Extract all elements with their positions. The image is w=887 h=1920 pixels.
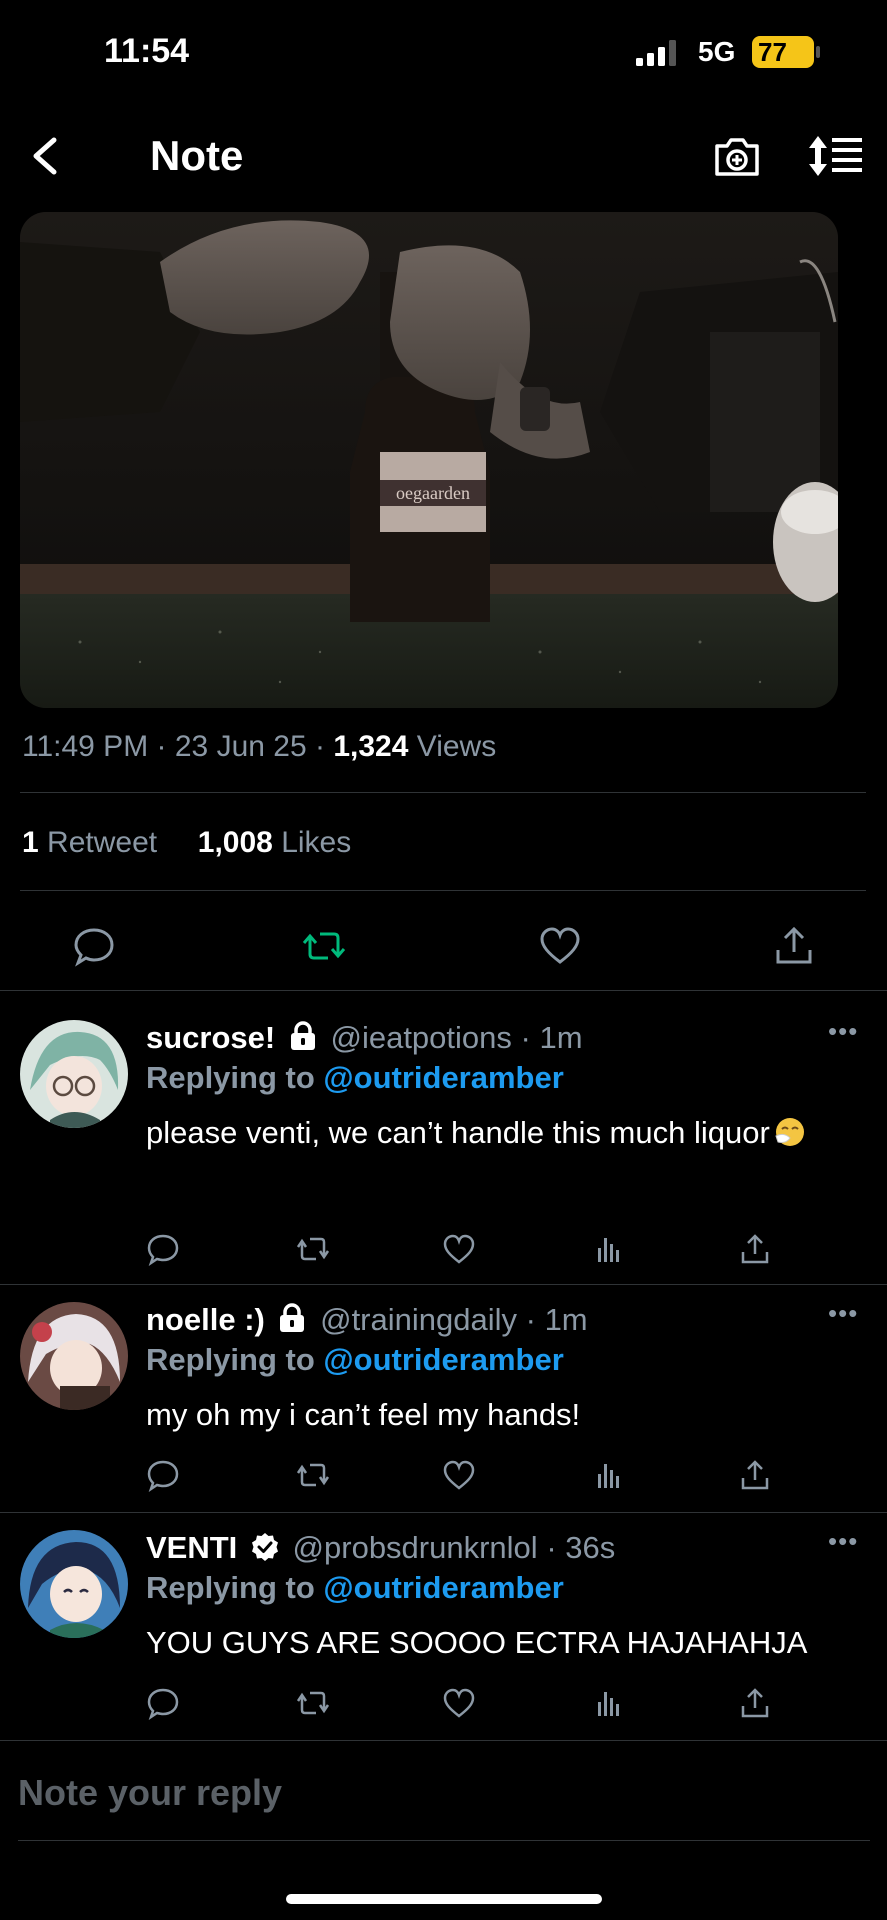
reply-header: noelle :) @trainingdaily · 1m: [146, 1302, 588, 1337]
more-options-icon[interactable]: •••: [828, 1016, 858, 1047]
divider: [0, 990, 887, 991]
retweet-icon[interactable]: [296, 1232, 330, 1266]
handle: @probsdrunkrnlol: [292, 1530, 538, 1565]
reply-icon[interactable]: [146, 1232, 180, 1266]
battery-tip: [816, 46, 820, 58]
reply-time: 1m: [544, 1302, 588, 1337]
status-time: 11:54: [104, 32, 190, 70]
display-name[interactable]: noelle :): [146, 1302, 265, 1337]
sort-list-icon[interactable]: [808, 134, 864, 178]
views-label: Views: [416, 730, 497, 763]
reply-icon[interactable]: [72, 924, 116, 968]
reply-text: YOU GUYS ARE SOOOO ECTRA HAJAHAHJA: [146, 1625, 808, 1660]
retweet-icon[interactable]: [296, 1458, 330, 1492]
top-nav: Note: [0, 110, 887, 200]
sneezing-face-emoji: [775, 1118, 804, 1146]
retweet-icon[interactable]: [296, 1686, 330, 1720]
handle: @trainingdaily: [320, 1302, 517, 1337]
share-icon[interactable]: [738, 1232, 772, 1266]
handle: @ieatpotions: [330, 1020, 512, 1055]
divider: [20, 792, 866, 793]
retweets-count: 1: [22, 826, 39, 859]
post-photo[interactable]: oegaarden: [20, 212, 838, 708]
like-heart-icon[interactable]: [538, 924, 582, 968]
mention-link[interactable]: @outrideramber: [323, 1570, 563, 1605]
mention-link[interactable]: @outrideramber: [323, 1342, 563, 1377]
divider: [0, 1740, 887, 1741]
page-title: Note: [150, 132, 244, 179]
bottle-label: oegaarden: [396, 483, 470, 503]
signal-strength-icon: [636, 40, 676, 66]
lock-icon: [290, 1021, 315, 1050]
avatar[interactable]: [20, 1020, 128, 1128]
reply-header: sucrose! @ieatpotions · 1m: [146, 1020, 583, 1055]
reply-text: please venti, we can’t handle this much …: [146, 1108, 866, 1158]
post-actions: [0, 910, 887, 980]
network-type: 5G: [698, 36, 736, 67]
reply-icon[interactable]: [146, 1686, 180, 1720]
reply-time: 1m: [539, 1020, 583, 1055]
divider: [0, 1284, 887, 1285]
like-heart-icon[interactable]: [442, 1232, 476, 1266]
reply-icon[interactable]: [146, 1458, 180, 1492]
retweets-label: Retweet: [47, 826, 158, 859]
replying-to: Replying to @outrideramber: [146, 1060, 564, 1095]
retweet-icon[interactable]: [302, 924, 346, 968]
mention-link[interactable]: @outrideramber: [323, 1060, 563, 1095]
reply-time: 36s: [565, 1530, 616, 1565]
avatar[interactable]: [20, 1530, 128, 1638]
home-indicator[interactable]: [286, 1894, 602, 1904]
likes-count: 1,008: [197, 826, 273, 859]
more-options-icon[interactable]: •••: [828, 1298, 858, 1329]
analytics-icon[interactable]: [592, 1458, 626, 1492]
post-stats: 1 Retweet 1,008 Likes: [22, 826, 351, 860]
battery-level: 77: [752, 36, 814, 68]
verified-badge-icon: [251, 1533, 278, 1561]
retweets-stat[interactable]: 1 Retweet: [22, 826, 165, 859]
replying-to: Replying to @outrideramber: [146, 1570, 564, 1605]
share-icon[interactable]: [738, 1686, 772, 1720]
more-options-icon[interactable]: •••: [828, 1526, 858, 1557]
divider: [18, 1840, 870, 1841]
reply-header: VENTI @probsdrunkrnlol · 36s: [146, 1530, 616, 1565]
share-icon[interactable]: [738, 1458, 772, 1492]
lock-icon: [280, 1303, 305, 1332]
post-date: 23 Jun 25: [174, 730, 307, 763]
like-heart-icon[interactable]: [442, 1458, 476, 1492]
likes-stat[interactable]: 1,008 Likes: [198, 826, 351, 859]
status-bar: 11:54 5G 77: [0, 0, 887, 100]
display-name[interactable]: VENTI: [146, 1530, 237, 1565]
reply-text: my oh my i can’t feel my hands!: [146, 1397, 581, 1432]
analytics-icon[interactable]: [592, 1686, 626, 1720]
chevron-left-icon[interactable]: [26, 134, 66, 178]
camera-add-icon[interactable]: [712, 132, 762, 180]
likes-label: Likes: [281, 826, 352, 859]
post-time: 11:49 PM: [22, 730, 149, 763]
divider: [20, 890, 866, 891]
display-name[interactable]: sucrose!: [146, 1020, 275, 1055]
reply-compose-input[interactable]: Note your reply: [18, 1772, 282, 1814]
post-meta: 11:49 PM · 23 Jun 25 · 1,324 Views: [22, 730, 497, 763]
divider: [0, 1512, 887, 1513]
photo-bottle-hands: oegaarden: [20, 212, 838, 708]
views-count: 1,324: [333, 730, 409, 763]
avatar[interactable]: [20, 1302, 128, 1410]
replying-to: Replying to @outrideramber: [146, 1342, 564, 1377]
share-icon[interactable]: [772, 924, 816, 968]
like-heart-icon[interactable]: [442, 1686, 476, 1720]
analytics-icon[interactable]: [592, 1232, 626, 1266]
